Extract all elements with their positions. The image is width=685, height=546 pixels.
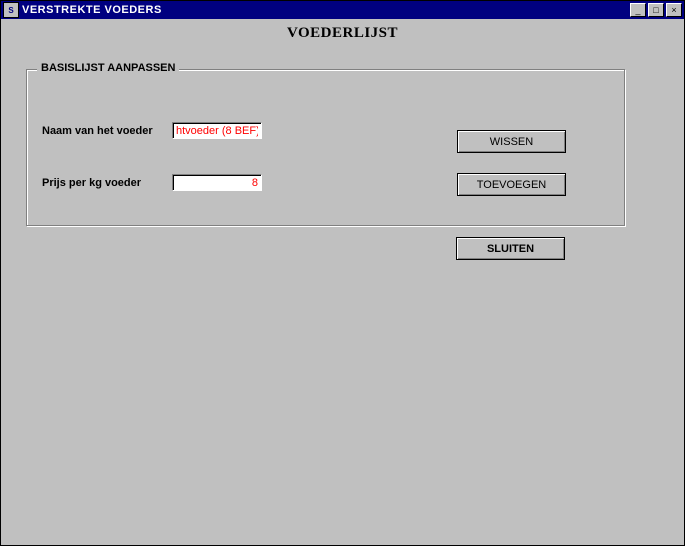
- toevoegen-button[interactable]: TOEVOEGEN: [457, 173, 566, 196]
- app-window: S VERSTREKTE VOEDERS _ □ × VOEDERLIJST B…: [0, 0, 685, 546]
- title-bar: S VERSTREKTE VOEDERS _ □ ×: [1, 1, 684, 19]
- price-label: Prijs per kg voeder: [42, 177, 172, 189]
- row-toevoegen: TOEVOEGEN: [457, 173, 566, 196]
- close-button[interactable]: ×: [666, 3, 682, 17]
- app-icon: S: [3, 2, 19, 18]
- feed-name-input[interactable]: [172, 122, 262, 139]
- feed-name-label: Naam van het voeder: [42, 125, 172, 137]
- window-controls: _ □ ×: [628, 3, 682, 17]
- client-area: VOEDERLIJST BASISLIJST AANPASSEN Naam va…: [1, 19, 684, 545]
- row-sluiten: SLUITEN: [456, 237, 565, 260]
- price-input[interactable]: [172, 174, 262, 191]
- groupbox-title: BASISLIJST AANPASSEN: [37, 62, 179, 74]
- row-wissen: WISSEN: [457, 130, 566, 153]
- page-title: VOEDERLIJST: [1, 19, 684, 42]
- wissen-button[interactable]: WISSEN: [457, 130, 566, 153]
- sluiten-button[interactable]: SLUITEN: [456, 237, 565, 260]
- maximize-button[interactable]: □: [648, 3, 664, 17]
- window-title: VERSTREKTE VOEDERS: [22, 4, 628, 16]
- row-feed-name: Naam van het voeder: [42, 122, 262, 139]
- groupbox-basislijst-aanpassen: BASISLIJST AANPASSEN Naam van het voeder…: [26, 69, 626, 227]
- minimize-button[interactable]: _: [630, 3, 646, 17]
- row-price: Prijs per kg voeder: [42, 174, 262, 191]
